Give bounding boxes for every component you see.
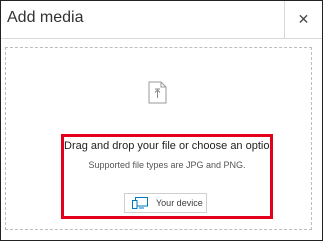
upload-file-icon — [148, 81, 167, 104]
highlight-box — [61, 134, 273, 219]
close-button[interactable]: ✕ — [284, 1, 322, 38]
dialog-header: Add media ✕ — [1, 1, 322, 39]
dialog-title: Add media — [7, 9, 84, 26]
close-icon: ✕ — [297, 11, 310, 27]
